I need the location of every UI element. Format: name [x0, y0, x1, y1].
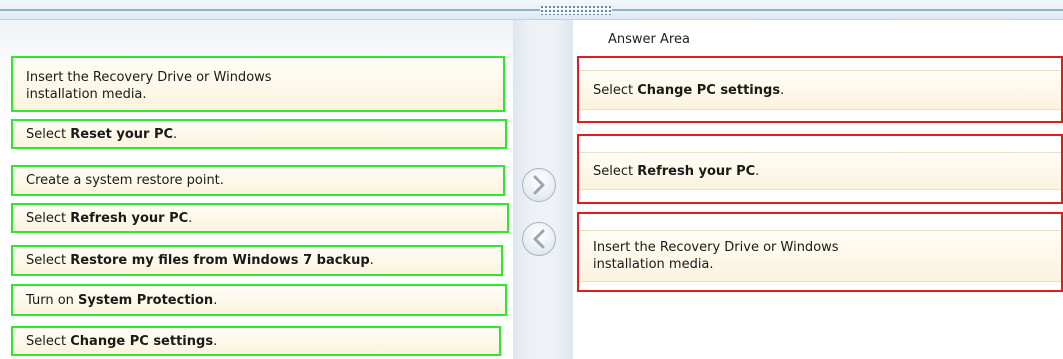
answer-area-title: Answer Area	[608, 32, 690, 47]
slot-text-line2: installation media.	[593, 257, 714, 272]
item-text-end: .	[369, 253, 374, 268]
source-item[interactable]: Create a system restore point.	[11, 165, 505, 196]
item-text-end: .	[213, 292, 218, 308]
item-text-bold: Restore my files from Windows 7 backup	[70, 253, 370, 268]
item-text-end: .	[173, 126, 178, 142]
answer-slot[interactable]: Select Change PC settings.	[577, 56, 1063, 123]
splitter-line	[0, 9, 1063, 11]
item-text-end: .	[213, 333, 218, 349]
slot-text-bold: Change PC settings	[637, 82, 781, 98]
slot-text-end: .	[780, 82, 785, 98]
answer-slot[interactable]: Select Refresh your PC.	[577, 134, 1063, 204]
source-item[interactable]: Select Restore my files from Windows 7 b…	[11, 245, 503, 276]
item-text-bold: System Protection	[78, 292, 214, 308]
item-text: Insert the Recovery Drive or Windows	[26, 70, 272, 85]
slot-text-end: .	[755, 163, 760, 179]
item-text: Select	[26, 210, 71, 226]
chevron-left-icon	[533, 229, 545, 249]
source-item[interactable]: Select Reset your PC.	[11, 119, 507, 149]
item-text: Select	[26, 333, 71, 349]
source-item[interactable]: Turn on System Protection.	[11, 284, 507, 316]
splitter-grip-icon[interactable]	[540, 5, 612, 15]
item-text: Create a system restore point.	[26, 173, 224, 188]
move-left-button[interactable]	[522, 222, 556, 256]
source-item[interactable]: Select Change PC settings.	[11, 326, 501, 356]
item-text-end: .	[188, 210, 193, 226]
source-item[interactable]: Select Refresh your PC.	[11, 203, 509, 233]
slot-text-bold: Refresh your PC	[637, 163, 756, 179]
item-text: Select	[26, 126, 71, 142]
slot-text: Insert the Recovery Drive or Windows	[593, 240, 839, 255]
item-text-bold: Reset your PC	[70, 126, 174, 142]
item-text-bold: Refresh your PC	[70, 210, 189, 226]
answer-slot[interactable]: Insert the Recovery Drive or Windows ins…	[577, 212, 1063, 292]
item-text: Turn on	[26, 292, 79, 308]
slot-text: Select	[593, 82, 638, 98]
item-text-line2: installation media.	[26, 87, 147, 102]
item-text: Select	[26, 253, 71, 268]
chevron-right-icon	[533, 175, 545, 195]
top-splitter-bar[interactable]	[0, 0, 1063, 20]
move-right-button[interactable]	[522, 168, 556, 202]
source-item[interactable]: Insert the Recovery Drive or Windows ins…	[11, 56, 505, 112]
slot-text: Select	[593, 163, 638, 179]
item-text-bold: Change PC settings	[70, 333, 214, 349]
